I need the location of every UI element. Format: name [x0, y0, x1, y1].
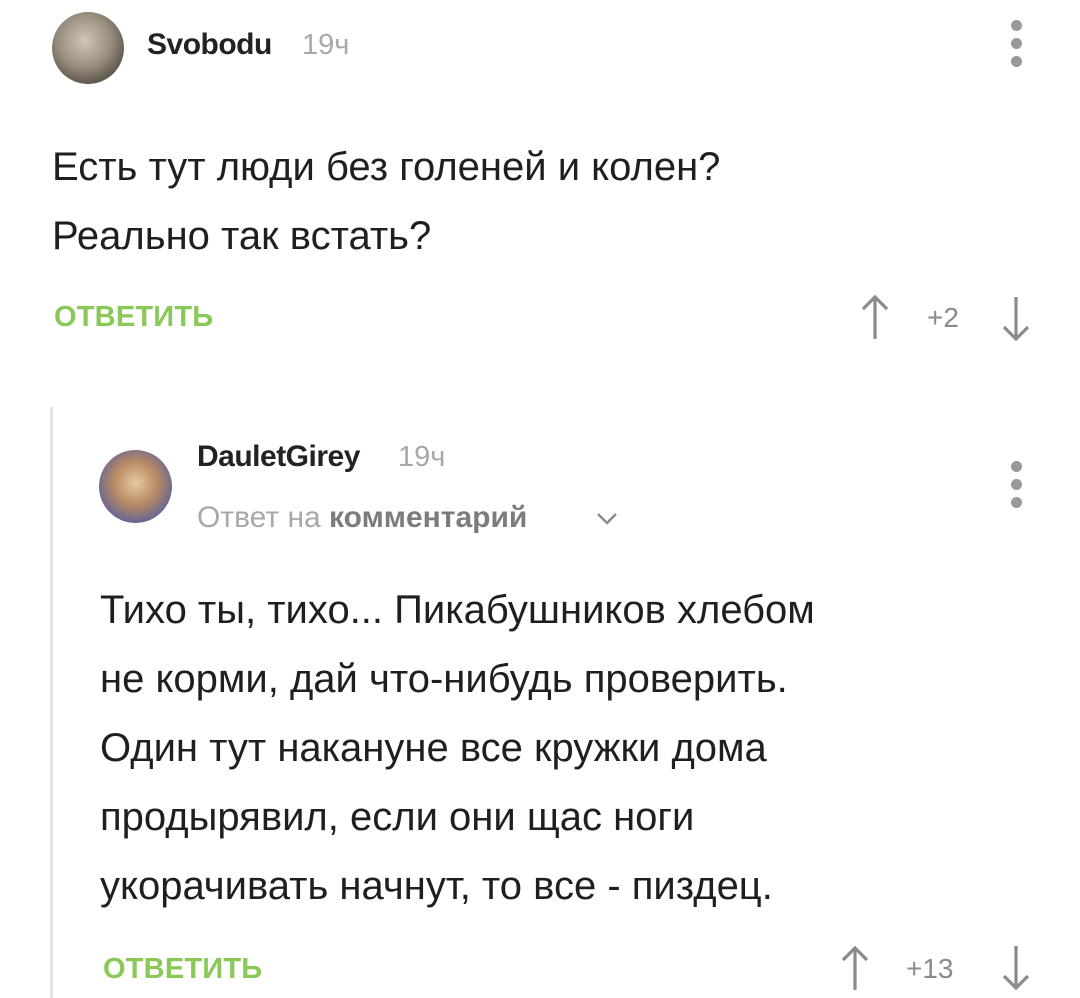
comment-text: Есть тут люди без голеней и колен? Реаль…: [52, 145, 721, 258]
comment: Svobodu 19ч Есть тут люди без голеней и …: [0, 0, 1080, 370]
comment-time: 19ч: [302, 29, 350, 61]
reply-button[interactable]: ОТВЕТИТЬ: [103, 953, 262, 986]
avatar[interactable]: [99, 450, 172, 523]
comment-text: Тихо ты, тихо... Пикабушников хлебом не …: [100, 588, 815, 908]
reply-to-prefix: Ответ на: [197, 501, 321, 534]
upvote-arrow-icon[interactable]: [860, 293, 890, 343]
reply-to-link[interactable]: комментарий: [329, 501, 527, 534]
vote-score: +2: [927, 302, 959, 333]
username[interactable]: Svobodu: [147, 28, 272, 62]
comment-time: 19ч: [398, 441, 446, 473]
username[interactable]: DauletGirey: [197, 440, 360, 474]
chevron-down-icon[interactable]: [596, 512, 618, 526]
downvote-arrow-icon[interactable]: [1001, 293, 1031, 343]
more-options-icon[interactable]: [1011, 20, 1025, 70]
avatar[interactable]: [52, 12, 124, 84]
vote-score: +13: [906, 953, 954, 984]
upvote-arrow-icon[interactable]: [840, 944, 870, 994]
thread-line: [50, 407, 53, 998]
reply-to-line: Ответ на комментарий: [197, 501, 527, 535]
more-options-icon[interactable]: [1011, 461, 1025, 511]
reply-button[interactable]: ОТВЕТИТЬ: [54, 301, 213, 334]
downvote-arrow-icon[interactable]: [1001, 942, 1031, 992]
